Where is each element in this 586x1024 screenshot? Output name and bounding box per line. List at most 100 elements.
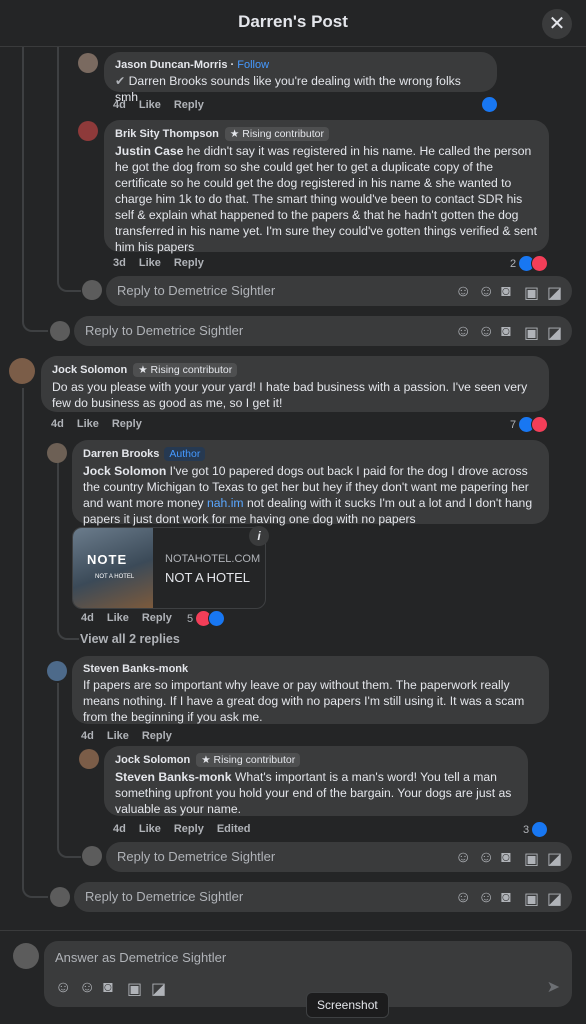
timestamp[interactable]: 4d xyxy=(113,99,126,111)
comment-author[interactable]: Brik Sity Thompson ★ Rising contributor xyxy=(115,127,538,141)
composer-input[interactable]: Answer as Demetrice Sightler xyxy=(55,950,226,965)
reply-button[interactable]: Reply xyxy=(142,612,172,624)
avatar[interactable] xyxy=(9,358,35,384)
mention-link[interactable]: Jock Solomon xyxy=(83,464,166,478)
send-icon[interactable]: ➤ xyxy=(547,977,560,997)
avatar xyxy=(82,846,102,866)
comment-actions: 4d Like Reply xyxy=(51,418,155,430)
avatar-sticker-icon[interactable]: ☺ xyxy=(55,979,71,996)
thread-line xyxy=(57,840,81,858)
comment-actions: 4d Like Reply xyxy=(81,612,185,624)
emoji-icon[interactable]: ☺ xyxy=(478,889,494,906)
camera-icon[interactable]: ◙ xyxy=(501,323,516,340)
gif-icon[interactable]: ▣ xyxy=(524,323,539,342)
gif-icon[interactable]: ▣ xyxy=(524,889,539,908)
rising-contributor-badge: ★ Rising contributor xyxy=(196,753,301,767)
url-link[interactable]: nah.im xyxy=(207,496,244,510)
heart-reaction-icon xyxy=(531,255,549,272)
comment-author[interactable]: Darren Brooks Author xyxy=(83,447,538,461)
timestamp[interactable]: 4d xyxy=(51,418,64,430)
timestamp[interactable]: 3d xyxy=(113,257,126,269)
reply-button[interactable]: Reply xyxy=(142,730,172,742)
close-button[interactable]: ✕ xyxy=(542,9,572,39)
comment-bubble: Steven Banks-monk If papers are so impor… xyxy=(72,656,549,724)
reactions[interactable]: 2 xyxy=(510,255,549,272)
camera-icon[interactable]: ◙ xyxy=(501,849,516,866)
comment-actions: 4d Like Reply xyxy=(81,730,185,742)
emoji-icon[interactable]: ☺ xyxy=(478,849,494,866)
link-preview-image-text: NOT A HOTEL xyxy=(95,574,135,580)
like-button[interactable]: Like xyxy=(107,730,129,742)
like-button[interactable]: Like xyxy=(139,99,161,111)
reaction-count: 2 xyxy=(510,257,517,270)
camera-icon[interactable]: ◙ xyxy=(103,979,118,996)
info-icon[interactable]: i xyxy=(249,526,269,546)
reactions[interactable]: 7 xyxy=(510,416,549,433)
mention-link[interactable]: Steven Banks-monk xyxy=(115,770,232,784)
emoji-icon[interactable]: ☺ xyxy=(478,323,494,340)
gif-icon[interactable]: ▣ xyxy=(524,283,539,302)
comment-author[interactable]: Steven Banks-monk xyxy=(83,663,538,675)
timestamp[interactable]: 4d xyxy=(113,823,126,835)
sticker-icon[interactable]: ◪ xyxy=(547,889,562,908)
comment-author[interactable]: Jock Solomon ★ Rising contributor xyxy=(52,363,538,377)
avatar-sticker-icon[interactable]: ☺ xyxy=(455,889,471,906)
reply-input[interactable]: Reply to Demetrice Sightler ☺ ☺ ◙ ▣ ◪ xyxy=(106,276,572,306)
avatar[interactable] xyxy=(47,443,67,463)
reaction-count: 7 xyxy=(510,418,517,431)
emoji-icon[interactable]: ☺ xyxy=(478,283,494,300)
avatar-sticker-icon[interactable]: ☺ xyxy=(455,849,471,866)
reply-button[interactable]: Reply xyxy=(112,418,142,430)
like-button[interactable]: Like xyxy=(77,418,99,430)
like-button[interactable]: Like xyxy=(139,823,161,835)
mention-icon: ✔ xyxy=(115,74,126,88)
gif-icon[interactable]: ▣ xyxy=(524,849,539,868)
reply-input[interactable]: Reply to Demetrice Sightler ☺ ☺ ◙ ▣ ◪ xyxy=(74,316,572,346)
like-button[interactable]: Like xyxy=(139,257,161,269)
dialog-header: Darren's Post ✕ xyxy=(0,0,586,47)
comment-author[interactable]: Jason Duncan-Morris · Follow xyxy=(115,59,486,71)
timestamp[interactable]: 4d xyxy=(81,612,94,624)
reply-button[interactable]: Reply xyxy=(174,257,204,269)
thread-line xyxy=(22,870,48,898)
reply-input[interactable]: Reply to Demetrice Sightler ☺ ☺ ◙ ▣ ◪ xyxy=(106,842,572,872)
sticker-icon[interactable]: ◪ xyxy=(547,849,562,868)
avatar-sticker-icon[interactable]: ☺ xyxy=(455,283,471,300)
mention-link[interactable]: Darren Brooks xyxy=(129,74,208,88)
reply-button[interactable]: Reply xyxy=(174,823,204,835)
reactions[interactable] xyxy=(481,96,498,113)
thread-line xyxy=(22,47,48,332)
view-all-replies-link[interactable]: View all 2 replies xyxy=(80,632,180,646)
follow-link[interactable]: Follow xyxy=(237,59,269,71)
emoji-icon[interactable]: ☺ xyxy=(79,979,95,996)
reply-input[interactable]: Reply to Demetrice Sightler ☺ ☺ ◙ ▣ ◪ xyxy=(74,882,572,912)
comment-bubble: Darren Brooks Author Jock Solomon I've go… xyxy=(72,440,549,526)
reactions[interactable]: 5 xyxy=(187,610,226,627)
avatar[interactable] xyxy=(78,121,98,141)
avatar[interactable] xyxy=(78,53,98,73)
gif-icon[interactable]: ▣ xyxy=(127,979,142,998)
link-preview-image: NOTE NOT A HOTEL xyxy=(73,528,153,608)
edited-label: Edited xyxy=(216,823,251,835)
thread-line xyxy=(22,388,24,878)
avatar xyxy=(50,321,70,341)
comment-bubble: Jock Solomon ★ Rising contributor Steven … xyxy=(104,746,528,816)
comment-author[interactable]: Jock Solomon ★ Rising contributor xyxy=(115,753,517,767)
rising-contributor-badge: ★ Rising contributor xyxy=(224,127,329,141)
sticker-icon[interactable]: ◪ xyxy=(547,283,562,302)
reply-button[interactable]: Reply xyxy=(174,99,204,111)
avatar[interactable] xyxy=(79,749,99,769)
avatar-sticker-icon[interactable]: ☺ xyxy=(455,323,471,340)
like-button[interactable]: Like xyxy=(107,612,129,624)
camera-icon[interactable]: ◙ xyxy=(501,889,516,906)
avatar[interactable] xyxy=(47,661,67,681)
camera-icon[interactable]: ◙ xyxy=(501,283,516,300)
reactions[interactable]: 3 xyxy=(523,821,549,838)
rising-contributor-badge: ★ Rising contributor xyxy=(133,363,238,377)
mention-link[interactable]: Justin Case xyxy=(115,144,183,158)
author-badge: Author xyxy=(164,447,206,461)
sticker-icon[interactable]: ◪ xyxy=(547,323,562,342)
timestamp[interactable]: 4d xyxy=(81,730,94,742)
sticker-icon[interactable]: ◪ xyxy=(151,979,166,998)
link-preview-card[interactable]: NOTE NOT A HOTEL NOTAHOTEL.COM NOT A HOT… xyxy=(72,527,266,609)
